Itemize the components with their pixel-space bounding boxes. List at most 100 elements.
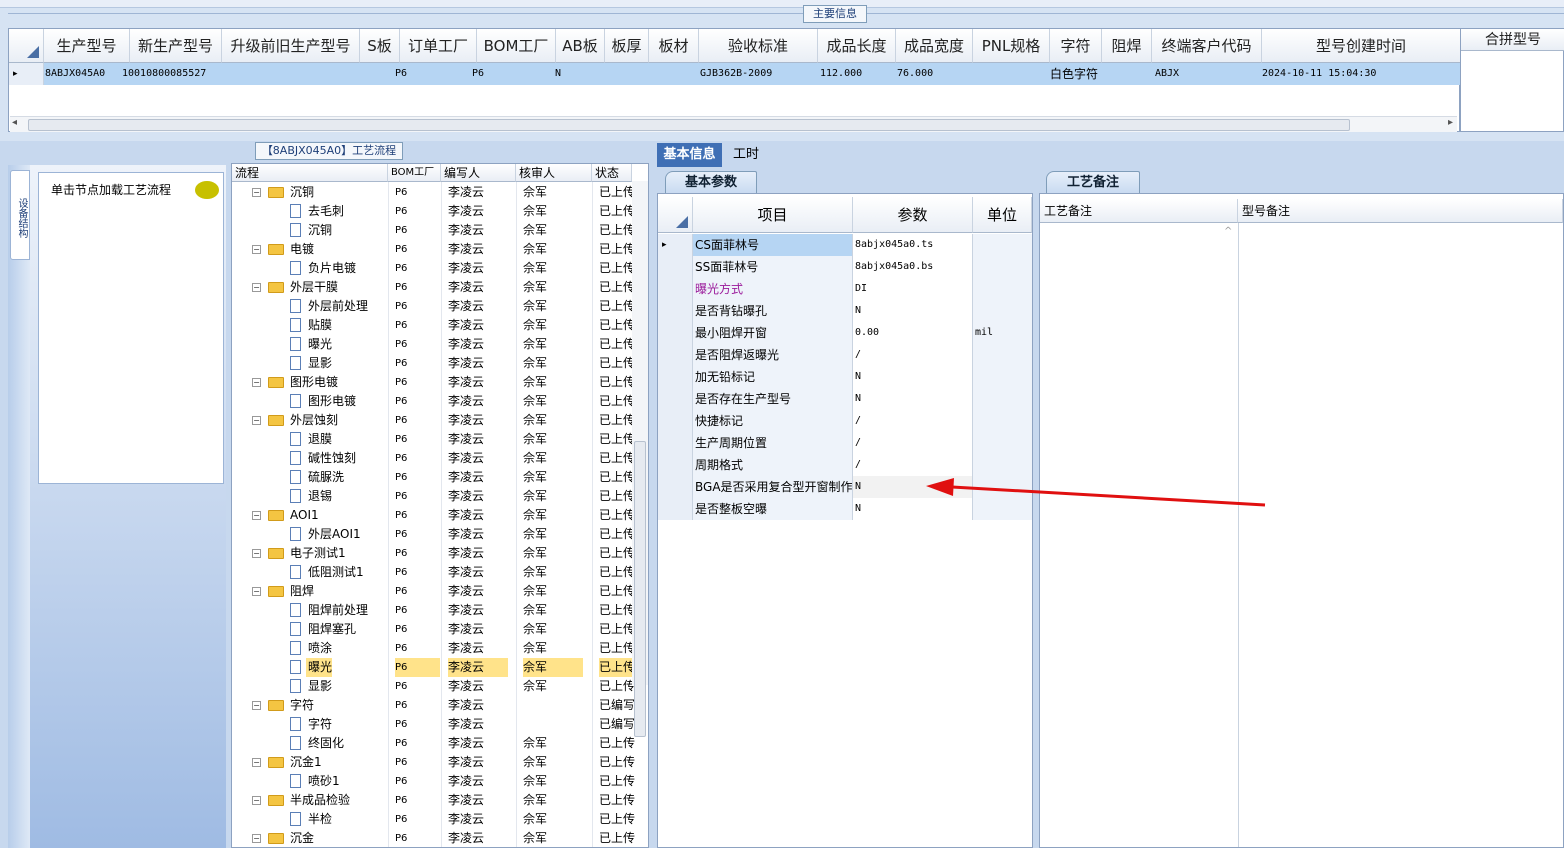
tree-cell-writer[interactable]: 李凌云 bbox=[448, 373, 508, 392]
param-value[interactable]: / bbox=[853, 454, 973, 476]
tree-node-label[interactable]: 外层前处理 bbox=[306, 297, 368, 316]
scroll-thumb[interactable] bbox=[28, 119, 1350, 131]
param-item[interactable]: BGA是否采用复合型开窗制作 bbox=[693, 476, 853, 498]
tree-row[interactable]: 字符 P6 李凌云 已编写 bbox=[232, 715, 635, 734]
tree-row[interactable]: − 电镀 P6 李凌云 佘军 已上传 bbox=[232, 240, 635, 259]
tree-row[interactable]: − 电子测试1 P6 李凌云 佘军 已上传 bbox=[232, 544, 635, 563]
col-character[interactable]: 字符 bbox=[1050, 29, 1102, 63]
tree-cell-bom[interactable]: P6 bbox=[395, 791, 440, 810]
tree-row[interactable]: 外层前处理 P6 李凌云 佘军 已上传 bbox=[232, 297, 635, 316]
col-status[interactable]: 状态 bbox=[592, 164, 632, 182]
tree-cell-writer[interactable]: 李凌云 bbox=[448, 202, 508, 221]
tree-cell-bom[interactable]: P6 bbox=[395, 373, 440, 392]
tree-cell-checker[interactable]: 佘军 bbox=[523, 316, 583, 335]
tree-row[interactable]: 沉铜 P6 李凌云 佘军 已上传 bbox=[232, 221, 635, 240]
tree-cell-bom[interactable]: P6 bbox=[395, 468, 440, 487]
tree-node-label[interactable]: 沉铜 bbox=[288, 183, 314, 202]
tree-cell-bom[interactable]: P6 bbox=[395, 259, 440, 278]
tree-row[interactable]: 终固化 P6 李凌云 佘军 已上传 bbox=[232, 734, 635, 753]
param-value[interactable]: 8abjx045a0.ts bbox=[853, 234, 973, 256]
param-value[interactable]: / bbox=[853, 344, 973, 366]
collapse-icon[interactable]: − bbox=[252, 245, 261, 254]
col-process-note[interactable]: 工艺备注 bbox=[1040, 199, 1238, 223]
tree-cell-writer[interactable]: 李凌云 bbox=[448, 392, 508, 411]
tree-row[interactable]: 低阻测试1 P6 李凌云 佘军 已上传 bbox=[232, 563, 635, 582]
tree-row[interactable]: − 图形电镀 P6 李凌云 佘军 已上传 bbox=[232, 373, 635, 392]
tree-cell-checker[interactable]: 佘军 bbox=[523, 582, 583, 601]
tab-work-hours[interactable]: 工时 bbox=[726, 143, 766, 167]
collapse-icon[interactable]: − bbox=[252, 511, 261, 520]
tree-cell-checker[interactable]: 佘军 bbox=[523, 734, 583, 753]
params-grid[interactable]: 项目 参数 单位 ▸ CS面菲林号 8abjx045a0.ts SS面菲林号 8abjx… bbox=[657, 193, 1033, 848]
tree-cell-writer[interactable]: 李凌云 bbox=[448, 449, 508, 468]
tree-cell-checker[interactable]: 佘军 bbox=[523, 677, 583, 696]
tree-node-label[interactable]: 硫脲洗 bbox=[306, 468, 344, 487]
tree-cell-checker[interactable]: 佘军 bbox=[523, 449, 583, 468]
subtab-process-note[interactable]: 工艺备注 bbox=[1046, 171, 1140, 193]
tree-cell-bom[interactable]: P6 bbox=[395, 221, 440, 240]
tree-node-label[interactable]: 半成品检验 bbox=[288, 791, 350, 810]
tree-node-label[interactable]: AOI1 bbox=[288, 506, 319, 525]
tree-cell-writer[interactable]: 李凌云 bbox=[448, 278, 508, 297]
tree-cell-status[interactable]: 已上传 bbox=[599, 753, 639, 772]
tree-cell-checker[interactable]: 佘军 bbox=[523, 221, 583, 240]
tree-cell-checker[interactable]: 佘军 bbox=[523, 202, 583, 221]
tree-node-label[interactable]: 曝光 bbox=[306, 335, 332, 354]
tree-row[interactable]: 图形电镀 P6 李凌云 佘军 已上传 bbox=[232, 392, 635, 411]
param-row[interactable]: 曝光方式 DI bbox=[658, 278, 1032, 300]
param-item[interactable]: 是否阻焊返曝光 bbox=[693, 344, 853, 366]
col-created[interactable]: 型号创建时间 bbox=[1262, 29, 1461, 63]
tree-cell-writer[interactable]: 李凌云 bbox=[448, 582, 508, 601]
tree-cell-status[interactable]: 已上传 bbox=[599, 734, 639, 753]
collapse-icon[interactable]: − bbox=[252, 416, 261, 425]
param-item[interactable]: SS面菲林号 bbox=[693, 256, 853, 278]
tree-cell-bom[interactable]: P6 bbox=[395, 639, 440, 658]
tree-cell-status[interactable]: 已编写 bbox=[599, 715, 639, 734]
param-value[interactable]: N bbox=[853, 366, 973, 388]
tree-row[interactable]: − 外层蚀刻 P6 李凌云 佘军 已上传 bbox=[232, 411, 635, 430]
tree-node-label[interactable]: 喷涂 bbox=[306, 639, 332, 658]
tree-cell-bom[interactable]: P6 bbox=[395, 411, 440, 430]
param-item[interactable]: 是否存在生产型号 bbox=[693, 388, 853, 410]
tree-cell-bom[interactable]: P6 bbox=[395, 240, 440, 259]
tree-cell-writer[interactable]: 李凌云 bbox=[448, 791, 508, 810]
tree-row[interactable]: − 半成品检验 P6 李凌云 佘军 已上传 bbox=[232, 791, 635, 810]
tree-cell-writer[interactable]: 李凌云 bbox=[448, 734, 508, 753]
collapse-icon[interactable]: − bbox=[252, 378, 261, 387]
tree-row[interactable]: 贴膜 P6 李凌云 佘军 已上传 bbox=[232, 316, 635, 335]
tree-cell-checker[interactable]: 佘军 bbox=[523, 810, 583, 829]
tree-node-label[interactable]: 去毛刺 bbox=[306, 202, 344, 221]
tree-cell-checker[interactable]: 佘军 bbox=[523, 468, 583, 487]
col-bom[interactable]: BOM工厂 bbox=[388, 164, 441, 182]
tree-node-label[interactable]: 贴膜 bbox=[306, 316, 332, 335]
tree-cell-checker[interactable]: 佘军 bbox=[523, 506, 583, 525]
param-value[interactable]: 8abjx045a0.bs bbox=[853, 256, 973, 278]
cell-ab-board[interactable]: N bbox=[555, 63, 585, 85]
tree-row[interactable]: 曝光 P6 李凌云 佘军 已上传 bbox=[232, 335, 635, 354]
collapse-icon[interactable]: − bbox=[252, 549, 261, 558]
collapse-icon[interactable]: − bbox=[252, 758, 261, 767]
tree-node-label[interactable]: 图形电镀 bbox=[288, 373, 338, 392]
tree-cell-writer[interactable]: 李凌云 bbox=[448, 411, 508, 430]
collapse-icon[interactable]: − bbox=[252, 796, 261, 805]
cell-customer-code[interactable]: ABJX bbox=[1155, 63, 1215, 85]
col-pnl[interactable]: PNL规格 bbox=[973, 29, 1050, 63]
tree-cell-bom[interactable]: P6 bbox=[395, 677, 440, 696]
tree-cell-bom[interactable]: P6 bbox=[395, 810, 440, 829]
col-model-note[interactable]: 型号备注 bbox=[1238, 199, 1563, 223]
tree-cell-writer[interactable]: 李凌云 bbox=[448, 829, 508, 847]
tree-cell-writer[interactable]: 李凌云 bbox=[448, 297, 508, 316]
tree-row[interactable]: − 字符 P6 李凌云 已编写 bbox=[232, 696, 635, 715]
tree-cell-checker[interactable]: 佘军 bbox=[523, 430, 583, 449]
tree-cell-writer[interactable]: 李凌云 bbox=[448, 240, 508, 259]
tree-cell-bom[interactable]: P6 bbox=[395, 202, 440, 221]
tree-node-label[interactable]: 显影 bbox=[306, 677, 332, 696]
collapse-icon[interactable]: − bbox=[252, 188, 261, 197]
param-item[interactable]: 加无铅标记 bbox=[693, 366, 853, 388]
tree-cell-checker[interactable]: 佘军 bbox=[523, 259, 583, 278]
param-item[interactable]: 快捷标记 bbox=[693, 410, 853, 432]
tree-cell-checker[interactable]: 佘军 bbox=[523, 373, 583, 392]
param-item[interactable]: 生产周期位置 bbox=[693, 432, 853, 454]
scroll-right-icon[interactable]: ▸ bbox=[1448, 117, 1453, 128]
tree-cell-checker[interactable]: 佘军 bbox=[523, 620, 583, 639]
